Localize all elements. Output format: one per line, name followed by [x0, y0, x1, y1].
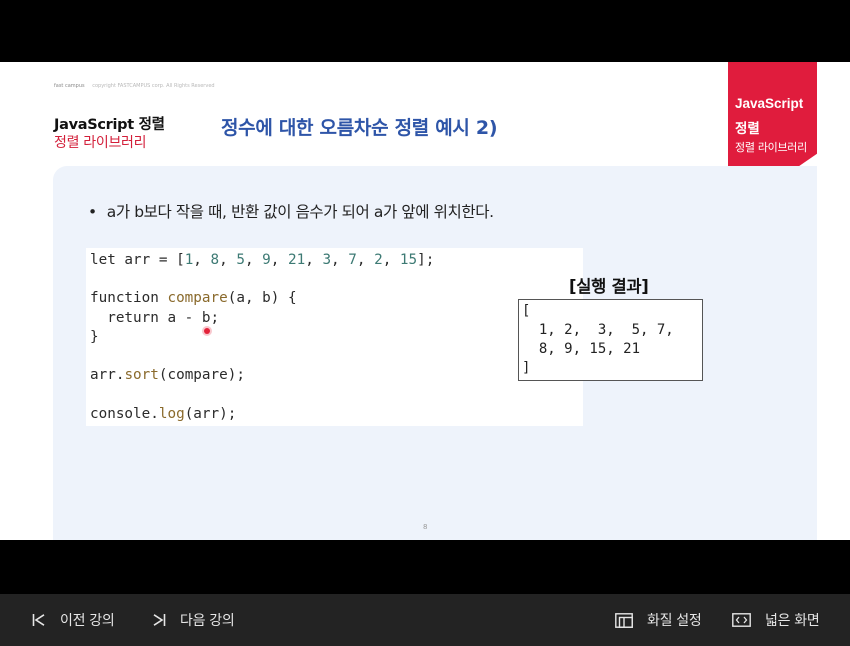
code-line-6: console.log(arr); — [90, 405, 237, 422]
copyright-text: copyright FASTCAMPUS corp. All Rights Re… — [92, 83, 215, 89]
quality-settings-label: 화질 설정 — [647, 613, 702, 629]
code-line-4: } — [90, 328, 99, 345]
wide-screen-icon — [732, 613, 751, 627]
logo: fast campus — [54, 83, 85, 89]
laser-pointer-icon — [204, 328, 210, 334]
bullet-point: • a가 b보다 작을 때, 반환 값이 음수가 되어 a가 앞에 위치한다. — [88, 200, 494, 222]
brand-watermark: fast campus copyright FASTCAMPUS corp. A… — [54, 83, 215, 89]
result-title: [실행 결과] — [569, 277, 649, 296]
lecture-slide: fast campus copyright FASTCAMPUS corp. A… — [0, 62, 850, 540]
next-lecture-label: 다음 강의 — [180, 613, 235, 629]
wide-screen-button[interactable]: 넓은 화면 — [732, 594, 820, 646]
ribbon-line1: JavaScript — [735, 96, 804, 111]
course-subtitle: 정렬 라이브러리 — [54, 135, 147, 151]
code-text: let arr = [1, 8, 5, 9, 21, 3, 7, 2, 15];… — [90, 251, 434, 424]
wide-screen-label: 넓은 화면 — [765, 613, 820, 629]
prev-lecture-label: 이전 강의 — [60, 613, 115, 629]
code-line-2: function compare(a, b) { — [90, 290, 297, 307]
ribbon-line2: 정렬 — [735, 121, 760, 137]
player-control-bar: 이전 강의 다음 강의 화질 설정 넓은 화면 — [0, 594, 850, 646]
result-output: [ 1, 2, 3, 5, 7, 8, 9, 15, 21 ] — [522, 303, 674, 376]
code-line-3: return a - b; — [90, 309, 220, 326]
skip-next-icon — [152, 614, 166, 626]
code-line-5: arr.sort(compare); — [90, 367, 245, 384]
quality-settings-button[interactable]: 화질 설정 — [615, 594, 702, 646]
result-box: [ 1, 2, 3, 5, 7, 8, 9, 15, 21 ] — [518, 299, 703, 381]
slide-title: 정수에 대한 오름차순 정렬 예시 2) — [221, 117, 498, 139]
next-lecture-button[interactable]: 다음 강의 — [152, 594, 235, 646]
code-line-1: let arr = [1, 8, 5, 9, 21, 3, 7, 2, 15]; — [90, 252, 435, 268]
ribbon-line3: 정렬 라이브러리 — [735, 141, 807, 154]
skip-previous-icon — [32, 614, 46, 626]
page-number: 8 — [423, 523, 428, 531]
bullet-text: a가 b보다 작을 때, 반환 값이 음수가 되어 a가 앞에 위치한다. — [106, 203, 494, 221]
prev-lecture-button[interactable]: 이전 강의 — [32, 594, 115, 646]
quality-icon — [615, 612, 633, 628]
code-block: let arr = [1, 8, 5, 9, 21, 3, 7, 2, 15];… — [86, 248, 583, 426]
bullet-dot-icon: • — [88, 203, 97, 221]
course-title: JavaScript 정렬 — [54, 117, 165, 133]
